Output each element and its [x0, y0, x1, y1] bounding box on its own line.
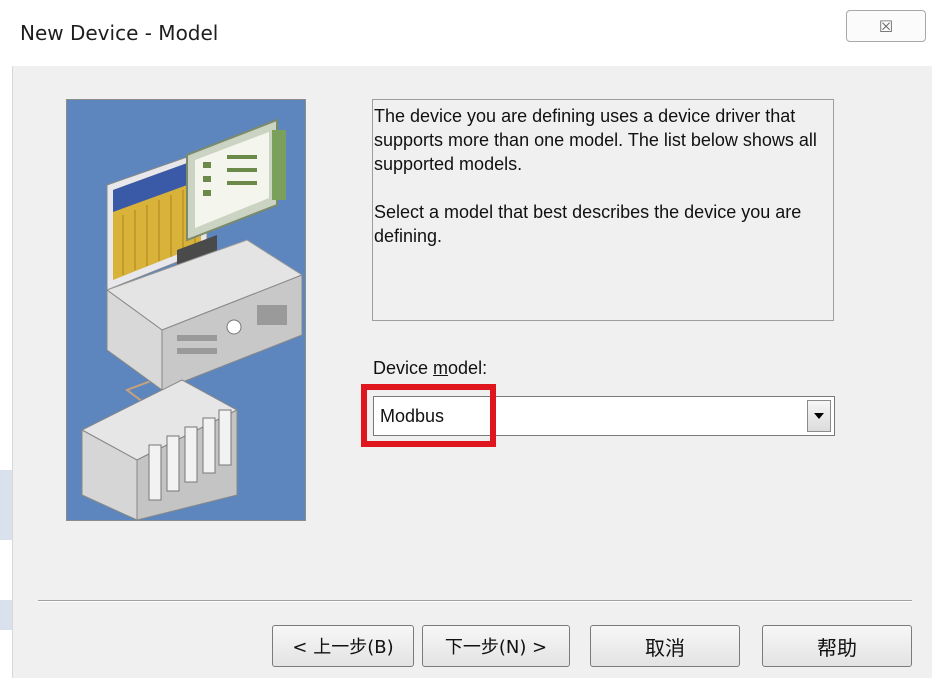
device-model-label: Device model:	[373, 358, 487, 379]
pc-and-plc-illustration	[67, 100, 305, 520]
footer-separator	[38, 600, 912, 602]
background-window-edge	[0, 470, 12, 540]
title-bar[interactable]: New Device - Model ☒	[0, 0, 940, 66]
dropdown-button[interactable]	[807, 400, 831, 432]
description-paragraph-2: Select a model that best describes the d…	[374, 202, 802, 246]
window-title: New Device - Model	[20, 21, 219, 45]
back-button[interactable]: < 上一步(B)	[272, 625, 414, 667]
device-illustration	[66, 99, 306, 521]
background-window-edge-lower	[0, 600, 12, 630]
device-model-label-accelerator: m	[433, 358, 449, 378]
device-model-label-suffix: odel:	[448, 358, 488, 378]
close-icon: ☒	[878, 16, 894, 36]
close-button[interactable]: ☒	[846, 10, 926, 42]
highlight-annotation-box	[361, 384, 496, 447]
next-button[interactable]: 下一步(N) >	[422, 625, 570, 667]
cancel-button[interactable]: 取消	[590, 625, 740, 667]
description-box: The device you are defining uses a devic…	[372, 99, 834, 321]
description-paragraph-1: The device you are defining uses a devic…	[374, 106, 817, 174]
device-model-label-prefix: Device	[373, 358, 434, 378]
help-button[interactable]: 帮助	[762, 625, 912, 667]
dropdown-arrow-icon	[814, 413, 824, 419]
